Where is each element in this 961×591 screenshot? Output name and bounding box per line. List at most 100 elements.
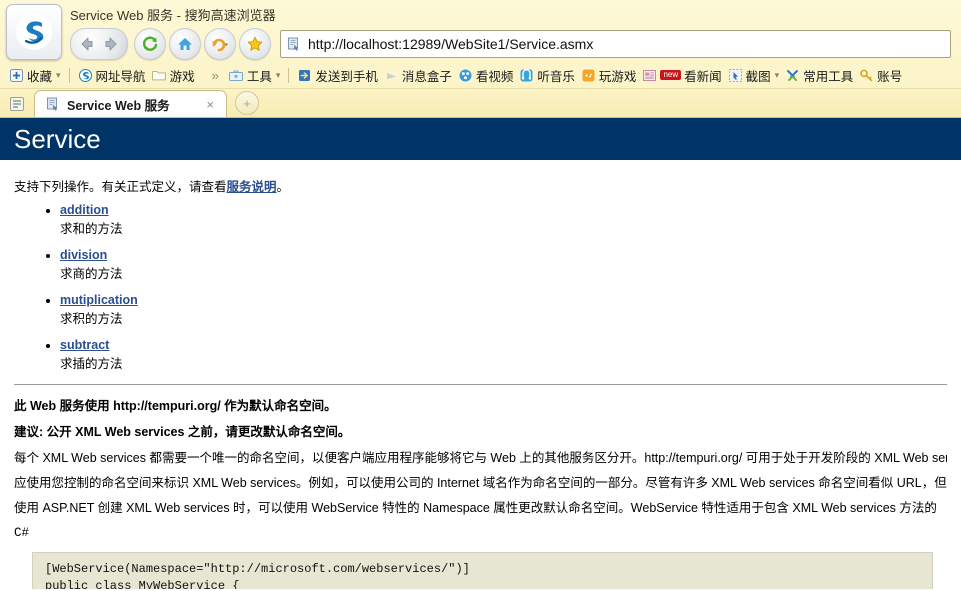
chevron-down-icon[interactable]: ▾: [775, 70, 780, 80]
page-content: Service 支持下列操作。有关正式定义，请查看服务说明。 addition …: [0, 118, 961, 589]
refresh-button[interactable]: [134, 28, 166, 60]
bookmark-label[interactable]: 常用工具: [803, 66, 853, 85]
navigation-toolbar: http://localhost:12989/WebSite1/Service.…: [0, 26, 961, 62]
operation-description: 求积的方法: [60, 312, 123, 326]
bookmark-news[interactable]: new 看新闻: [639, 65, 724, 86]
list-item: mutiplication 求积的方法: [60, 293, 947, 327]
bookmark-label[interactable]: 游戏: [170, 66, 195, 85]
video-icon: [458, 68, 473, 83]
toolbox-icon: [229, 68, 244, 83]
page-title: Service: [14, 123, 101, 154]
divider: [14, 384, 947, 385]
operation-link-mutiplication[interactable]: mutiplication: [60, 293, 138, 307]
operation-description: 求和的方法: [60, 222, 123, 236]
bookmark-games-folder[interactable]: 游戏: [149, 65, 198, 86]
page-favicon: [45, 96, 61, 112]
undo-tab-icon[interactable]: [210, 35, 230, 53]
operations-list: addition 求和的方法 division 求商的方法 mutiplicat…: [14, 203, 947, 372]
back-forward-group[interactable]: [70, 28, 128, 60]
bookmark-label[interactable]: 玩游戏: [599, 66, 637, 85]
bookmark-label[interactable]: 消息盒子: [402, 66, 452, 85]
namespace-paragraph-1: 每个 XML Web services 都需要一个唯一的命名空间，以便客户端应用…: [14, 451, 947, 465]
namespace-note-recommend: 建议: 公开 XML Web services 之前，请更改默认命名空间。: [14, 425, 351, 439]
bookmark-label[interactable]: 账号: [877, 66, 902, 85]
chevron-down-icon[interactable]: ▾: [276, 70, 281, 80]
intro-suffix: 。: [276, 180, 290, 194]
tab-strip: Service Web 服务 × +: [0, 88, 961, 117]
add-favorite-button[interactable]: [239, 28, 271, 60]
operation-link-addition[interactable]: addition: [60, 203, 109, 217]
bookmark-label[interactable]: 收藏: [27, 66, 52, 85]
message-box-icon: [384, 68, 399, 83]
star-icon[interactable]: [246, 35, 264, 53]
account-key-icon: [859, 68, 874, 83]
bookmark-nav[interactable]: 网址导航: [75, 65, 149, 86]
operation-description: 求商的方法: [60, 267, 123, 281]
list-item: subtract 求插的方法: [60, 338, 947, 372]
bookmark-favorites[interactable]: 收藏 ▾: [6, 65, 64, 86]
bookmark-label[interactable]: 听音乐: [537, 66, 575, 85]
forward-arrow-icon[interactable]: [99, 35, 119, 53]
sogou-logo-icon[interactable]: [6, 4, 62, 60]
bookmark-games[interactable]: 玩游戏: [578, 65, 640, 86]
title-bar: Service Web 服务 - 搜狗高速浏览器: [0, 0, 961, 26]
bookmarks-overflow-icon[interactable]: »: [212, 68, 219, 83]
window-title: Service Web 服务 - 搜狗高速浏览器: [70, 8, 276, 23]
namespace-paragraph-3: 使用 ASP.NET 创建 XML Web services 时，可以使用 We…: [14, 501, 937, 515]
bookmark-message-box[interactable]: 消息盒子: [381, 65, 455, 86]
bookmark-common-tools[interactable]: 常用工具: [782, 65, 856, 86]
bookmark-label[interactable]: 发送到手机: [315, 66, 378, 85]
code-language-label: C#: [14, 526, 30, 540]
bookmarks-bar: 收藏 ▾ 网址导航 游戏 » 工具 ▾ 发送到手机 消息盒子 看视频 听音乐 玩…: [0, 62, 961, 88]
code-sample: [WebService(Namespace="http://microsoft.…: [32, 552, 933, 589]
game-icon: [581, 68, 596, 83]
intro-prefix: 支持下列操作。有关正式定义，请查看: [14, 180, 227, 194]
page-icon: [286, 36, 302, 52]
home-icon[interactable]: [176, 35, 194, 53]
tab-title: Service Web 服务: [67, 98, 170, 113]
namespace-note-default: 此 Web 服务使用 http://tempuri.org/ 作为默认命名空间。: [14, 399, 337, 413]
bookmark-label[interactable]: 看新闻: [684, 66, 722, 85]
home-button[interactable]: [169, 28, 201, 60]
back-arrow-icon[interactable]: [79, 35, 99, 53]
bookmark-music[interactable]: 听音乐: [516, 65, 578, 86]
refresh-icon[interactable]: [141, 35, 159, 53]
browser-chrome: Service Web 服务 - 搜狗高速浏览器 http://localhos…: [0, 0, 961, 118]
address-bar[interactable]: http://localhost:12989/WebSite1/Service.…: [280, 30, 951, 58]
tab-service-web[interactable]: Service Web 服务 ×: [34, 90, 227, 117]
bookmark-label[interactable]: 工具: [247, 66, 272, 85]
bookmark-tools[interactable]: 工具 ▾: [226, 65, 284, 86]
send-to-phone-icon: [297, 68, 312, 83]
operation-link-division[interactable]: division: [60, 248, 107, 262]
bookmark-screenshot[interactable]: 截图 ▾: [725, 65, 783, 86]
namespace-paragraph-2: 应使用您控制的命名空间来标识 XML Web services。例如，可以使用公…: [14, 476, 947, 490]
address-text[interactable]: http://localhost:12989/WebSite1/Service.…: [308, 36, 593, 52]
bookmark-label[interactable]: 截图: [746, 66, 771, 85]
bookmark-send-to-phone[interactable]: 发送到手机: [294, 65, 381, 86]
new-badge: new: [660, 69, 682, 81]
close-icon[interactable]: ×: [200, 97, 220, 112]
news-icon: [642, 68, 657, 83]
new-tab-button[interactable]: +: [235, 91, 259, 115]
bookmark-label[interactable]: 看视频: [476, 66, 514, 85]
intro-text: 支持下列操作。有关正式定义，请查看服务说明。: [14, 176, 947, 195]
page-banner: Service: [0, 118, 961, 160]
folder-icon: [152, 68, 167, 83]
service-description-link[interactable]: 服务说明: [227, 180, 277, 194]
screenshot-icon: [728, 68, 743, 83]
bookmark-video[interactable]: 看视频: [455, 65, 517, 86]
bookmark-label[interactable]: 网址导航: [96, 66, 146, 85]
operation-description: 求插的方法: [60, 357, 123, 371]
music-icon: [519, 68, 534, 83]
add-favorite-icon: [9, 68, 24, 83]
sogou-nav-icon: [78, 68, 93, 83]
undo-tab-button[interactable]: [204, 28, 236, 60]
chevron-down-icon[interactable]: ▾: [56, 70, 61, 80]
list-item: division 求商的方法: [60, 248, 947, 282]
operation-link-subtract[interactable]: subtract: [60, 338, 109, 352]
divider: [288, 67, 290, 83]
bookmark-account[interactable]: 账号: [856, 65, 905, 86]
page-body: 支持下列操作。有关正式定义，请查看服务说明。 addition 求和的方法 di…: [0, 176, 961, 589]
tab-list-icon[interactable]: [6, 94, 28, 114]
divider: [68, 67, 70, 83]
